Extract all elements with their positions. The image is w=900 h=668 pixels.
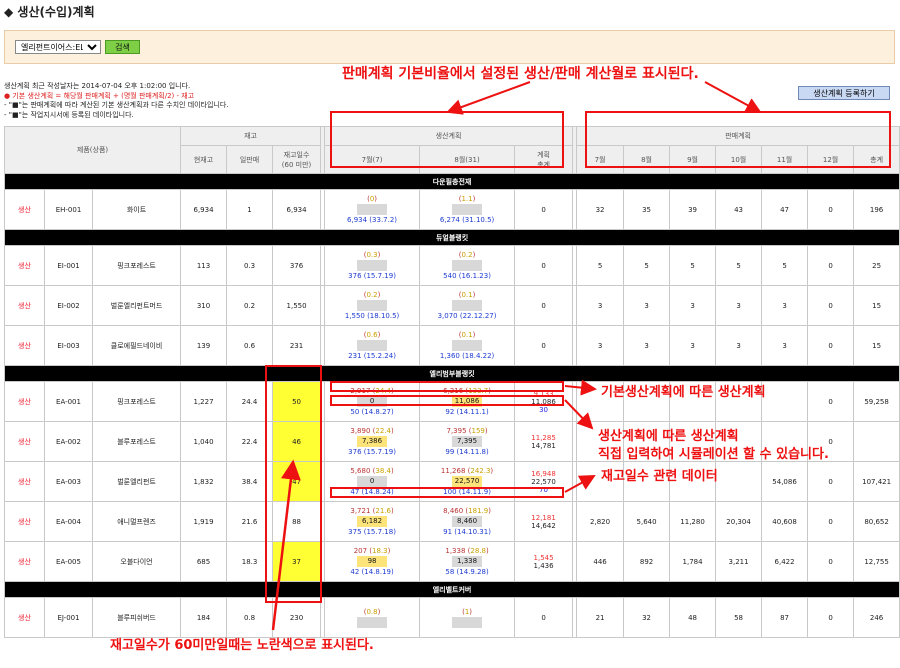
annotation-days-data: 재고일수 관련 데이터 [601, 469, 718, 484]
annotation-plan: 생산계획에 따른 생산계획 [598, 429, 739, 444]
annotation-calc-month: 판매계획 기본비율에서 설정된 생산/판매 계산월로 표시된다. [342, 66, 699, 82]
annotation-simulation: 직접 입력하여 시뮬레이션 할 수 있습니다. [598, 447, 829, 462]
annotation-basic-plan: 기본생산계획에 따른 생산계획 [601, 385, 766, 400]
annotation-arrows [271, 81, 762, 631]
annotation-yellow-days: 재고일수가 60미만일때는 노란색으로 표시된다. [110, 638, 374, 653]
